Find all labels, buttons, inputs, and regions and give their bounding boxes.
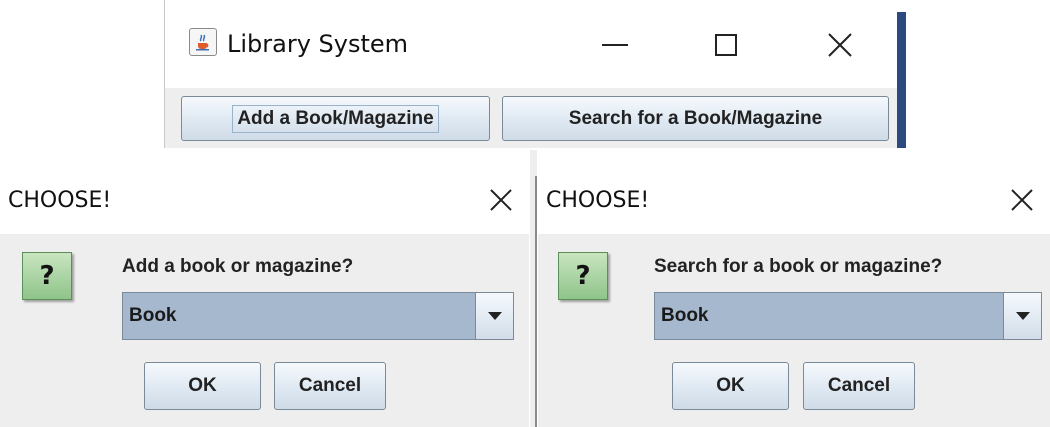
combobox-arrow-button[interactable] bbox=[475, 293, 513, 339]
cancel-button[interactable]: Cancel bbox=[274, 362, 386, 410]
chevron-down-icon bbox=[487, 312, 502, 320]
chevron-down-icon bbox=[1015, 312, 1030, 320]
dialog-close-button[interactable] bbox=[1002, 180, 1042, 220]
search-book-magazine-button[interactable]: Search for a Book/Magazine bbox=[502, 96, 889, 141]
maximize-icon bbox=[715, 34, 737, 56]
combobox-value: Book bbox=[661, 305, 709, 326]
add-book-magazine-button[interactable]: Add a Book/Magazine bbox=[181, 96, 490, 141]
close-icon bbox=[1011, 189, 1033, 211]
background-window-edge bbox=[897, 12, 906, 148]
divider-line bbox=[535, 176, 537, 427]
java-cup-icon bbox=[189, 28, 217, 56]
library-system-window: Library System Add a Book/Magazine Searc… bbox=[164, 0, 898, 148]
ok-button[interactable]: OK bbox=[672, 362, 789, 410]
dialog-close-button[interactable] bbox=[481, 180, 521, 220]
add-button-label: Add a Book/Magazine bbox=[232, 104, 439, 133]
search-button-label: Search for a Book/Magazine bbox=[568, 107, 823, 129]
close-icon bbox=[490, 189, 512, 211]
minimize-button[interactable] bbox=[580, 20, 650, 70]
dialog-body: ? Search for a book or magazine? Book OK… bbox=[538, 234, 1050, 427]
dialog-message: Add a book or magazine? bbox=[122, 256, 354, 277]
dialog-body: ? Add a book or magazine? Book OK Cancel bbox=[0, 234, 529, 427]
dialog-message: Search for a book or magazine? bbox=[654, 256, 943, 277]
dialog-title: CHOOSE! bbox=[8, 188, 112, 213]
dialog-titlebar[interactable]: CHOOSE! bbox=[0, 150, 529, 234]
dialog-title: CHOOSE! bbox=[546, 188, 650, 213]
window-titlebar[interactable]: Library System bbox=[165, 0, 898, 88]
combobox-arrow-button[interactable] bbox=[1003, 293, 1041, 339]
close-icon bbox=[828, 33, 852, 57]
question-icon: ? bbox=[558, 252, 608, 300]
dialog-titlebar[interactable]: CHOOSE! bbox=[538, 150, 1050, 234]
main-content-panel: Add a Book/Magazine Search for a Book/Ma… bbox=[165, 88, 898, 148]
type-combobox[interactable]: Book bbox=[122, 292, 514, 340]
ok-button[interactable]: OK bbox=[144, 362, 261, 410]
combobox-value: Book bbox=[129, 305, 177, 326]
add-choose-dialog: CHOOSE! ? Add a book or magazine? Book O… bbox=[0, 150, 529, 427]
question-icon: ? bbox=[22, 252, 72, 300]
cancel-button[interactable]: Cancel bbox=[803, 362, 915, 410]
type-combobox[interactable]: Book bbox=[654, 292, 1042, 340]
window-title: Library System bbox=[227, 30, 409, 58]
maximize-button[interactable] bbox=[691, 20, 761, 70]
close-button[interactable] bbox=[805, 20, 875, 70]
search-choose-dialog: CHOOSE! ? Search for a book or magazine?… bbox=[538, 150, 1050, 427]
minimize-icon bbox=[602, 44, 628, 46]
